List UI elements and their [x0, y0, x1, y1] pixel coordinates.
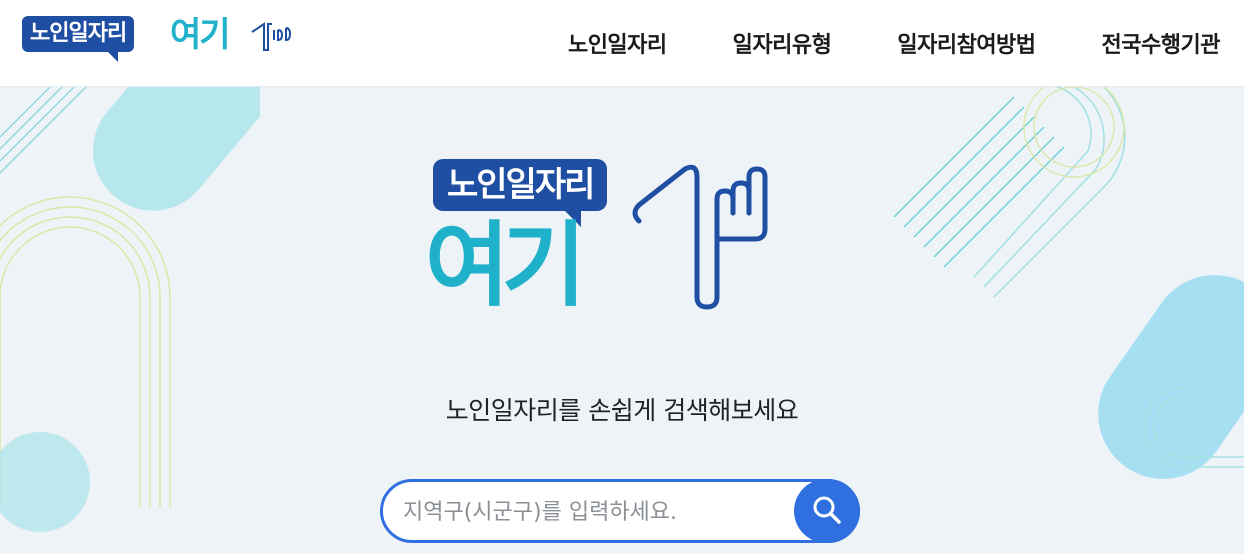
- logo-badge: 노인일자리: [22, 16, 135, 62]
- site-logo[interactable]: 노인일자리 여기: [22, 12, 292, 62]
- search-input[interactable]: [401, 482, 785, 542]
- nav-item-senior-jobs[interactable]: 노인일자리: [568, 27, 667, 59]
- hero-tagline: 노인일자리를 손쉽게 검색해보세요: [445, 396, 799, 425]
- nav-item-job-types[interactable]: 일자리유형: [733, 27, 832, 59]
- decorative-pattern-left: [0, 87, 260, 532]
- hero-logo-word: 여기: [425, 212, 586, 319]
- pointing-hand-icon: [632, 164, 768, 310]
- search-icon: [813, 496, 841, 524]
- main-nav: 노인일자리 일자리유형 일자리참여방법 전국수행기관: [502, 0, 1221, 86]
- search-button[interactable]: [794, 479, 860, 543]
- site-header: 노인일자리 여기 노인일자리 일자리유형 일자리참여방법 전국수행기관: [0, 0, 1244, 87]
- hero-section: 노인일자리 여기 노인일자리를 손쉽게 검색해보세요: [0, 87, 1244, 554]
- hero-logo-badge: 노인일자리: [433, 159, 608, 227]
- nav-item-participation[interactable]: 일자리참여방법: [897, 27, 1036, 59]
- pointing-hand-icon: [251, 22, 292, 51]
- nav-item-agencies[interactable]: 전국수행기관: [1102, 27, 1221, 59]
- hero-logo: 노인일자리 여기: [425, 159, 825, 409]
- logo-word: 여기: [170, 15, 231, 55]
- search-bar: [380, 479, 860, 543]
